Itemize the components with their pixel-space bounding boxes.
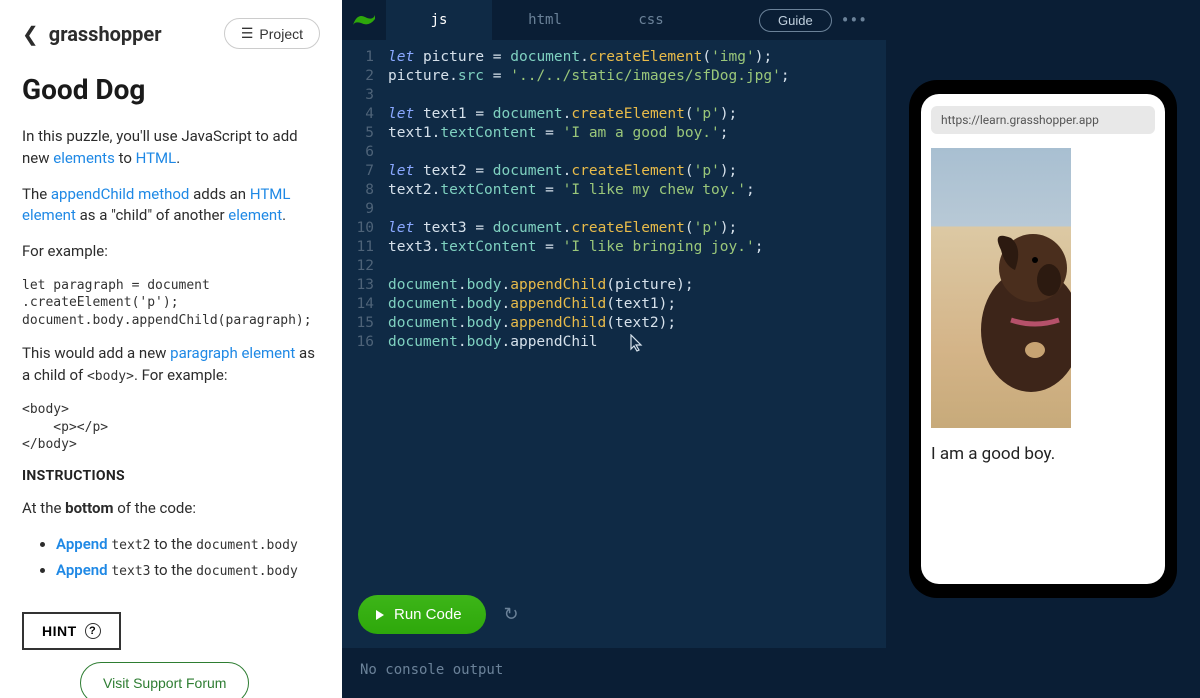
brand-back[interactable]: ❮ grasshopper [22,22,162,46]
phone-content: I am a good boy. [921,142,1165,470]
tab-css[interactable]: css [598,0,704,40]
instruction-panel: ❮ grasshopper ☰ Project Good Dog In this… [0,0,342,698]
link-append[interactable]: Append [56,535,108,553]
lesson-title: Good Dog [22,73,320,106]
url-bar: https://learn.grasshopper.app [931,106,1155,134]
instruction-item: Append text3 to the document.body [56,559,320,582]
link-append[interactable]: Append [56,561,108,579]
tab-bar: js html css Guide ••• [342,0,886,40]
run-bar: Run Code ↻ [342,581,886,648]
line-numbers: 12345678910111213141516 [342,48,382,581]
guide-button[interactable]: Guide [759,9,832,32]
para-5: At the bottom of the code: [22,498,320,520]
project-button-label: Project [259,26,303,42]
code-editor[interactable]: 12345678910111213141516 let picture = do… [342,40,886,581]
editor-panel: js html css Guide ••• 123456789101112131… [342,0,886,698]
brand-label: grasshopper [49,22,162,46]
link-elements[interactable]: elements [53,149,115,167]
grasshopper-icon[interactable] [342,11,386,29]
preview-text-1: I am a good boy. [931,444,1155,464]
phone-frame: https://learn.grasshopper.app I am a goo… [909,80,1177,598]
console-output: No console output [342,648,886,698]
lesson-description: In this puzzle, you'll use JavaScript to… [22,126,320,582]
header-row: ❮ grasshopper ☰ Project [22,18,320,49]
hint-label: HINT [42,623,77,639]
tab-html[interactable]: html [492,0,598,40]
para-3: For example: [22,241,320,263]
run-label: Run Code [394,606,462,623]
tab-js[interactable]: js [386,0,492,40]
support-forum-button[interactable]: Visit Support Forum [80,662,249,698]
help-icon: ? [85,623,101,639]
link-appendchild[interactable]: appendChild method [51,185,190,203]
play-icon [376,610,384,620]
list-icon: ☰ [241,25,254,42]
code-content[interactable]: let picture = document.createElement('im… [382,48,790,581]
instructions-list: Append text2 to the document.body Append… [22,533,320,582]
link-html[interactable]: HTML [136,149,177,167]
para-4: This would add a new paragraph element a… [22,343,320,387]
para-1: In this puzzle, you'll use JavaScript to… [22,126,320,170]
project-button[interactable]: ☰ Project [224,18,320,49]
dog-image [931,148,1071,428]
reload-icon[interactable]: ↻ [504,604,519,625]
link-element[interactable]: element [228,206,282,224]
para-2: The appendChild method adds an HTML elem… [22,184,320,228]
hint-button[interactable]: HINT ? [22,612,121,650]
instructions-heading: INSTRUCTIONS [22,468,320,484]
chevron-left-icon: ❮ [22,22,39,46]
more-icon[interactable]: ••• [842,8,874,32]
phone-screen: https://learn.grasshopper.app I am a goo… [921,94,1165,584]
link-paragraph-element[interactable]: paragraph element [170,344,295,362]
run-code-button[interactable]: Run Code [358,595,486,634]
preview-panel: https://learn.grasshopper.app I am a goo… [886,0,1200,698]
example-code-2: <body> <p></p> </body> [22,401,320,454]
instruction-item: Append text2 to the document.body [56,533,320,556]
example-code-1: let paragraph = document .createElement(… [22,277,320,330]
